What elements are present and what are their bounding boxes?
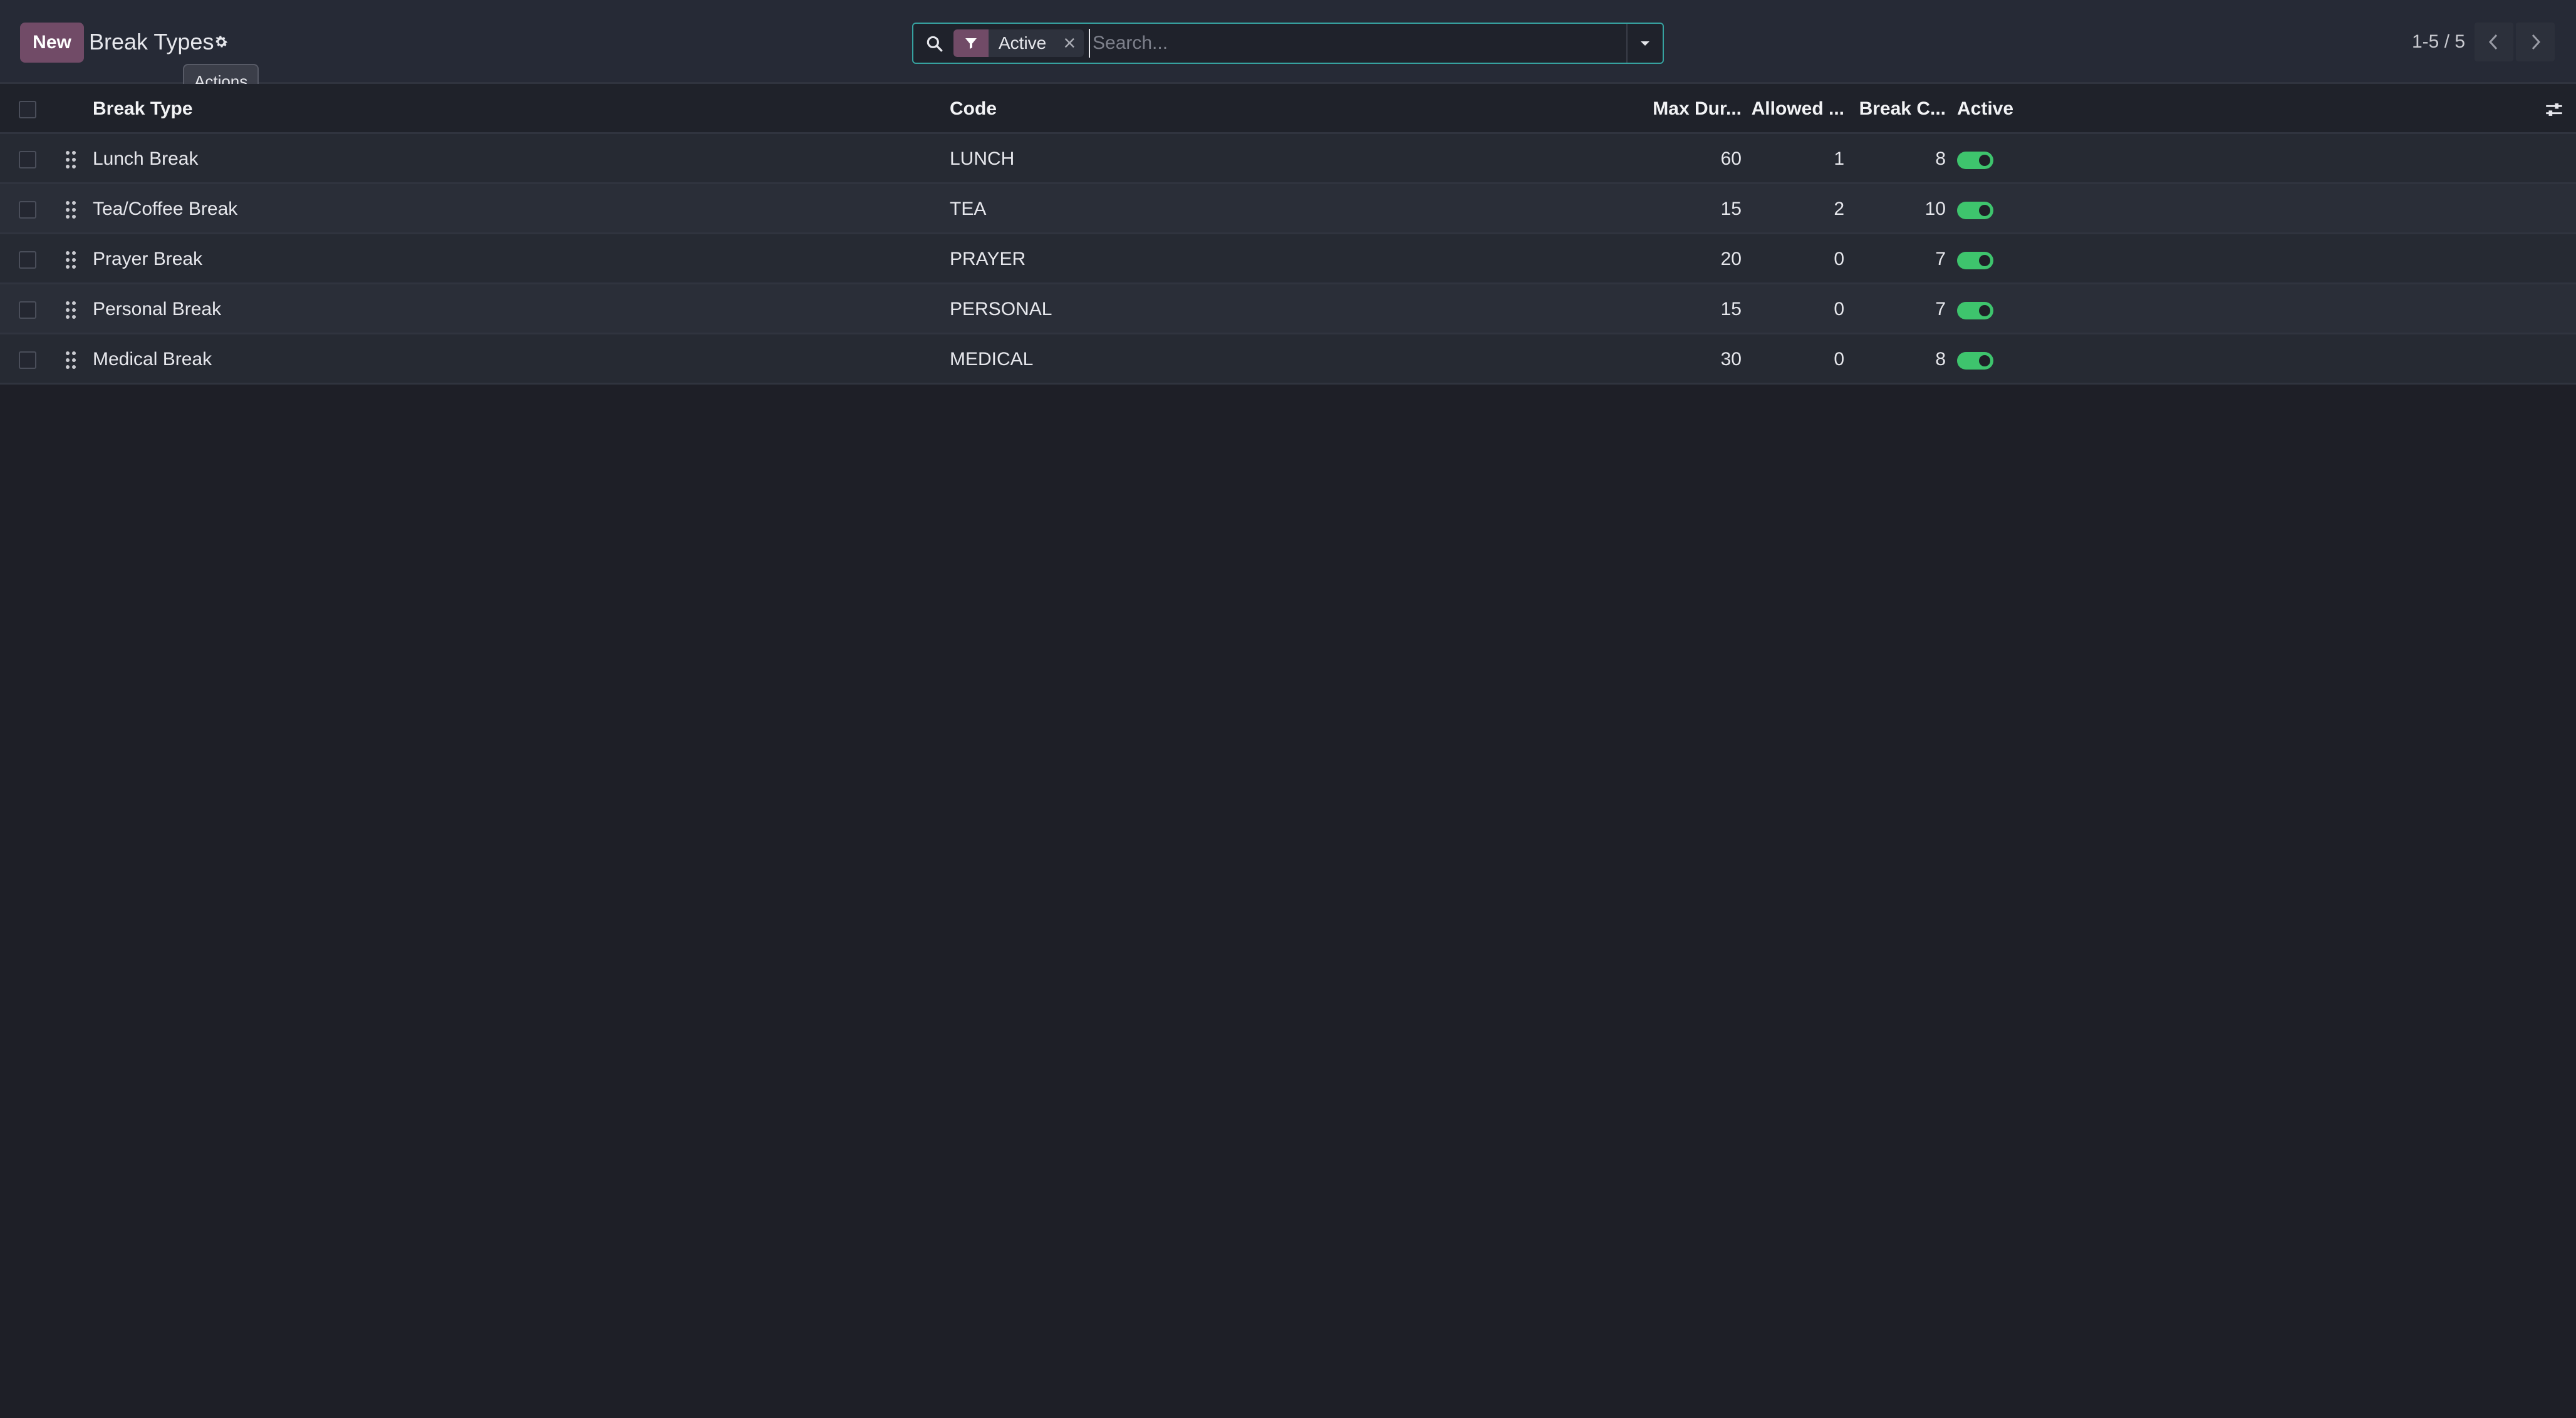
table-row[interactable]: Lunch Break LUNCH 60 1 8 bbox=[0, 134, 2576, 184]
search-input[interactable] bbox=[1089, 29, 1283, 58]
table-header: Break Type Code Max Dur... Allowed ... B… bbox=[0, 84, 2576, 134]
table-row[interactable]: Personal Break PERSONAL 15 0 7 bbox=[0, 284, 2576, 334]
cell-max-duration: 15 bbox=[1720, 299, 1742, 319]
cell-code: TEA bbox=[950, 199, 987, 219]
cell-allowed: 2 bbox=[1834, 199, 1844, 219]
cell-break-type: Prayer Break bbox=[93, 249, 203, 269]
column-header-allowed[interactable]: Allowed ... bbox=[1752, 84, 1844, 134]
cell-code: PERSONAL bbox=[950, 299, 1052, 319]
cell-break-type: Medical Break bbox=[93, 349, 212, 370]
search-icon bbox=[925, 34, 945, 54]
cell-allowed: 0 bbox=[1834, 349, 1844, 370]
close-icon[interactable]: × bbox=[1055, 29, 1084, 57]
cell-break-count: 7 bbox=[1935, 249, 1946, 269]
sliders-icon[interactable] bbox=[2543, 99, 2565, 120]
cell-break-type: Personal Break bbox=[93, 299, 222, 319]
row-checkbox[interactable] bbox=[19, 251, 36, 269]
gear-icon[interactable] bbox=[212, 33, 231, 51]
chevron-left-icon[interactable] bbox=[2475, 23, 2513, 61]
cell-break-type: Lunch Break bbox=[93, 148, 199, 169]
column-header-code[interactable]: Code bbox=[950, 84, 997, 134]
row-checkbox[interactable] bbox=[19, 351, 36, 369]
filter-icon bbox=[953, 29, 989, 57]
row-checkbox[interactable] bbox=[19, 151, 36, 168]
active-toggle[interactable] bbox=[1957, 302, 1993, 319]
active-toggle[interactable] bbox=[1957, 202, 1993, 219]
table-row[interactable]: Medical Break MEDICAL 30 0 8 bbox=[0, 334, 2576, 385]
active-toggle[interactable] bbox=[1957, 152, 1993, 169]
cell-allowed: 0 bbox=[1834, 299, 1844, 319]
cell-allowed: 0 bbox=[1834, 249, 1844, 269]
column-header-break-count[interactable]: Break C... bbox=[1854, 84, 1946, 134]
list-view: Break Type Code Max Dur... Allowed ... B… bbox=[0, 84, 2576, 385]
table-row[interactable]: Prayer Break PRAYER 20 0 7 bbox=[0, 234, 2576, 284]
cell-break-count: 8 bbox=[1935, 349, 1946, 370]
cell-break-count: 8 bbox=[1935, 148, 1946, 169]
column-header-max-duration[interactable]: Max Dur... bbox=[1629, 84, 1742, 134]
cell-max-duration: 20 bbox=[1720, 249, 1742, 269]
cell-code: PRAYER bbox=[950, 249, 1026, 269]
row-checkbox[interactable] bbox=[19, 301, 36, 319]
cell-code: LUNCH bbox=[950, 148, 1015, 169]
cell-allowed: 1 bbox=[1834, 148, 1844, 169]
cell-code: MEDICAL bbox=[950, 349, 1034, 370]
select-all-checkbox[interactable] bbox=[19, 101, 36, 118]
page-title: Break Types bbox=[89, 29, 214, 54]
control-panel: New Break Types Actions Active × Search.… bbox=[0, 0, 2576, 99]
cell-max-duration: 30 bbox=[1720, 349, 1742, 370]
chevron-right-icon[interactable] bbox=[2516, 23, 2555, 61]
active-toggle[interactable] bbox=[1957, 352, 1993, 370]
active-toggle[interactable] bbox=[1957, 252, 1993, 269]
drag-handle-icon[interactable] bbox=[64, 149, 78, 170]
drag-handle-icon[interactable] bbox=[64, 249, 78, 271]
table-row[interactable]: Tea/Coffee Break TEA 15 2 10 bbox=[0, 184, 2576, 234]
cell-break-type: Tea/Coffee Break bbox=[93, 199, 238, 219]
cell-max-duration: 15 bbox=[1720, 199, 1742, 219]
drag-handle-icon[interactable] bbox=[64, 299, 78, 321]
search-bar[interactable]: Active × bbox=[912, 23, 1664, 64]
drag-handle-icon[interactable] bbox=[64, 349, 78, 371]
new-button[interactable]: New bbox=[20, 23, 84, 63]
column-header-active[interactable]: Active bbox=[1957, 84, 2013, 134]
caret-down-icon[interactable] bbox=[1626, 24, 1663, 63]
row-checkbox[interactable] bbox=[19, 201, 36, 219]
facet-label: Active bbox=[989, 29, 1056, 57]
cell-max-duration: 60 bbox=[1720, 148, 1742, 169]
column-header-break-type[interactable]: Break Type bbox=[93, 84, 193, 134]
search-facet: Active × bbox=[953, 29, 1084, 57]
pager-value[interactable]: 1-5 / 5 bbox=[2412, 31, 2465, 53]
drag-handle-icon[interactable] bbox=[64, 199, 78, 220]
cell-break-count: 7 bbox=[1935, 299, 1946, 319]
cell-break-count: 10 bbox=[1924, 199, 1946, 219]
